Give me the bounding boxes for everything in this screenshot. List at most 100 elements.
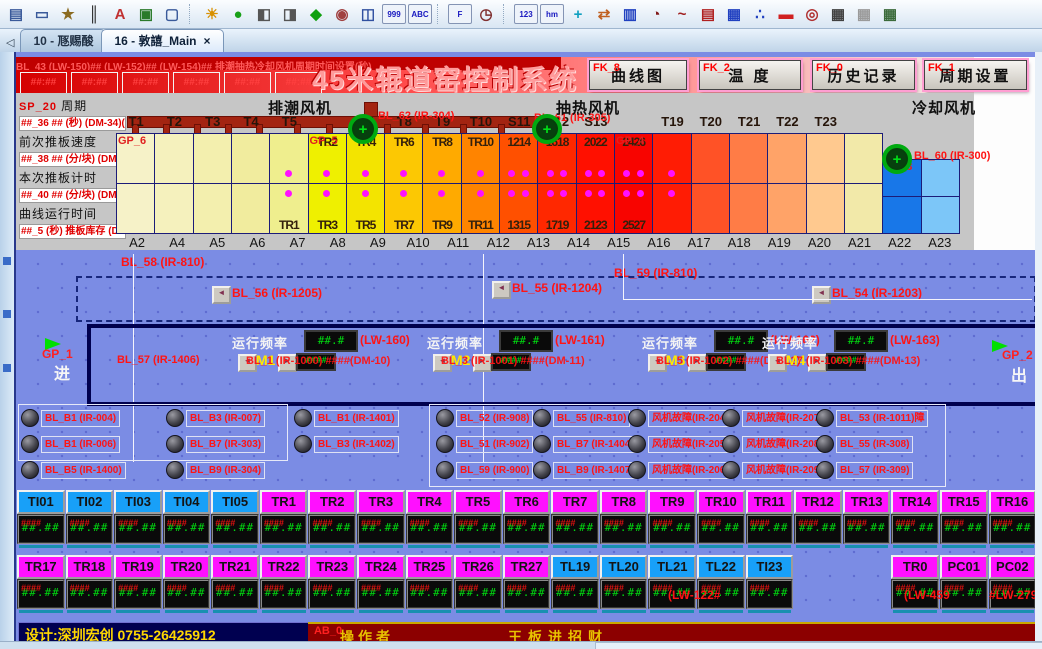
- freq-value-display[interactable]: ##.#: [834, 330, 888, 352]
- temp-led-display[interactable]: ##.######: [260, 579, 308, 609]
- pilot-lamp-icon[interactable]: [294, 435, 312, 453]
- temp-led-display[interactable]: ##.######: [114, 514, 162, 544]
- temp-cell-label[interactable]: TR6: [503, 490, 551, 514]
- tab-screen-2[interactable]: 16 - 敦譆_Main×: [101, 29, 223, 52]
- kiln-cell-bottom[interactable]: [767, 183, 806, 234]
- kiln-cell-top[interactable]: [729, 133, 768, 184]
- temp-cell-label[interactable]: TL22: [697, 555, 745, 579]
- temp-cell-label[interactable]: PC02: [989, 555, 1035, 579]
- temp-led-display[interactable]: ##.######: [600, 514, 648, 544]
- temp-cell-label[interactable]: TR0: [891, 555, 939, 579]
- kiln-cell-top[interactable]: TR8: [422, 133, 461, 184]
- pilot-lamp-icon[interactable]: [628, 461, 646, 479]
- pilot-lamp-icon[interactable]: [628, 435, 646, 453]
- traffic-light-icon[interactable]: ●: [226, 3, 250, 25]
- meter-gauge-icon[interactable]: ◔: [644, 3, 668, 25]
- temp-led-display[interactable]: ##.######: [357, 514, 405, 544]
- kiln-cell-top[interactable]: [806, 133, 845, 184]
- temp-led-display[interactable]: ##.######: [648, 514, 696, 544]
- pilot-lamp-icon[interactable]: [166, 435, 184, 453]
- pilot-lamp-icon[interactable]: [436, 409, 454, 427]
- temp-cell-label[interactable]: TR1: [260, 490, 308, 514]
- temp-cell-label[interactable]: TR5: [454, 490, 502, 514]
- pilot-lamp-icon[interactable]: [722, 461, 740, 479]
- pilot-lamp-icon[interactable]: [166, 461, 184, 479]
- kiln-cell-top[interactable]: [193, 133, 232, 184]
- temp-cell-label[interactable]: TI23: [746, 555, 794, 579]
- cube-button-icon[interactable]: ◆: [304, 3, 328, 25]
- kiln-cell-bottom[interactable]: [231, 183, 270, 234]
- kiln-cell-top[interactable]: [844, 133, 883, 184]
- kiln-cell-bottom[interactable]: 2527: [614, 183, 653, 234]
- temp-led-display[interactable]: ##.######: [308, 579, 356, 609]
- temp-led-display[interactable]: ##.######: [551, 514, 599, 544]
- temp-cell-label[interactable]: TR25: [406, 555, 454, 579]
- pilot-lamp-icon[interactable]: ☀: [200, 3, 224, 25]
- temp-cell-label[interactable]: TI05: [211, 490, 259, 514]
- history-data-icon[interactable]: ▦: [826, 3, 850, 25]
- kiln-cell-top[interactable]: [269, 133, 308, 184]
- pilot-lamp-icon[interactable]: [21, 461, 39, 479]
- word-switch-icon[interactable]: ◨: [278, 3, 302, 25]
- parameter-value-display[interactable]: ##_38 ## (分/块) (DM-50)(DM-51): [19, 152, 126, 167]
- kiln-cell-top[interactable]: 1214: [499, 133, 538, 184]
- temp-led-display[interactable]: ##.######: [551, 579, 599, 609]
- temp-led-display[interactable]: ##.######: [17, 579, 65, 609]
- temp-led-display[interactable]: ##.######: [989, 514, 1035, 544]
- temp-cell-label[interactable]: TR16: [989, 490, 1035, 514]
- nav-button-1[interactable]: FK_8曲线图: [589, 60, 687, 90]
- freq-value-display[interactable]: ##.#: [499, 330, 553, 352]
- bit-switch-icon[interactable]: ◧: [252, 3, 276, 25]
- selection-handle[interactable]: [3, 310, 11, 318]
- kiln-cell-top[interactable]: [921, 159, 960, 197]
- temp-led-display[interactable]: ##.######: [454, 514, 502, 544]
- pilot-lamp-icon[interactable]: [816, 409, 834, 427]
- kiln-cell-top[interactable]: TR6: [384, 133, 423, 184]
- temp-led-display[interactable]: ##.######: [503, 579, 551, 609]
- temp-led-display[interactable]: ##.######: [843, 514, 891, 544]
- temp-led-display[interactable]: ##.######: [503, 514, 551, 544]
- numeric-999-display-icon[interactable]: 999: [382, 4, 406, 24]
- temp-cell-label[interactable]: TR24: [357, 555, 405, 579]
- kiln-cell-top[interactable]: 2022: [576, 133, 615, 184]
- kiln-cell-top[interactable]: TR10: [461, 133, 500, 184]
- kiln-cell-bottom[interactable]: 2123: [576, 183, 615, 234]
- temp-cell-label[interactable]: TI04: [163, 490, 211, 514]
- pilot-lamp-icon[interactable]: [166, 409, 184, 427]
- kiln-cell-top[interactable]: [154, 133, 193, 184]
- temp-cell-label[interactable]: TR13: [843, 490, 891, 514]
- temp-cell-label[interactable]: TR18: [66, 555, 114, 579]
- temp-cell-label[interactable]: TR19: [114, 555, 162, 579]
- tab-close-icon[interactable]: ×: [204, 34, 211, 48]
- temp-cell-label[interactable]: TR8: [600, 490, 648, 514]
- alarm-list-icon[interactable]: ▤: [696, 3, 720, 25]
- star-tool-icon[interactable]: ★: [56, 3, 80, 25]
- temp-cell-label[interactable]: TI02: [66, 490, 114, 514]
- parameter-value-display[interactable]: ##_36 ## (秒) (DM-34)(DM-35): [19, 116, 126, 131]
- temp-led-display[interactable]: ##.######: [600, 579, 648, 609]
- heat-fan-icon[interactable]: +: [532, 114, 562, 144]
- temp-cell-label[interactable]: TR12: [794, 490, 842, 514]
- picture-icon[interactable]: ▣: [134, 3, 158, 25]
- time-display-icon[interactable]: hm: [540, 4, 564, 24]
- temp-led-display[interactable]: ##.######: [308, 514, 356, 544]
- temp-led-display[interactable]: ##.######: [794, 514, 842, 544]
- temp-led-display[interactable]: ##.######: [746, 514, 794, 544]
- new-page-icon[interactable]: ▤: [4, 3, 28, 25]
- kiln-cell-bottom[interactable]: [193, 183, 232, 234]
- track-arrow-button[interactable]: ◄: [812, 286, 831, 304]
- tab-scroll-left-button[interactable]: ◁: [4, 36, 20, 52]
- kiln-cell-top[interactable]: [691, 133, 730, 184]
- toggle-switch-icon[interactable]: ◫: [356, 3, 380, 25]
- temp-led-display[interactable]: ##.######: [697, 514, 745, 544]
- temp-cell-label[interactable]: TI03: [114, 490, 162, 514]
- kiln-cell-bottom[interactable]: [691, 183, 730, 234]
- kiln-cell-top[interactable]: [767, 133, 806, 184]
- track-arrow-button[interactable]: ◄: [212, 286, 231, 304]
- kiln-cell-bottom[interactable]: [882, 196, 921, 234]
- temp-led-display[interactable]: ##.######: [891, 514, 939, 544]
- temp-cell-label[interactable]: TR14: [891, 490, 939, 514]
- selection-handle[interactable]: [3, 364, 11, 372]
- track-arrow-button[interactable]: ◄: [492, 281, 511, 299]
- temp-led-display[interactable]: ##.######: [211, 579, 259, 609]
